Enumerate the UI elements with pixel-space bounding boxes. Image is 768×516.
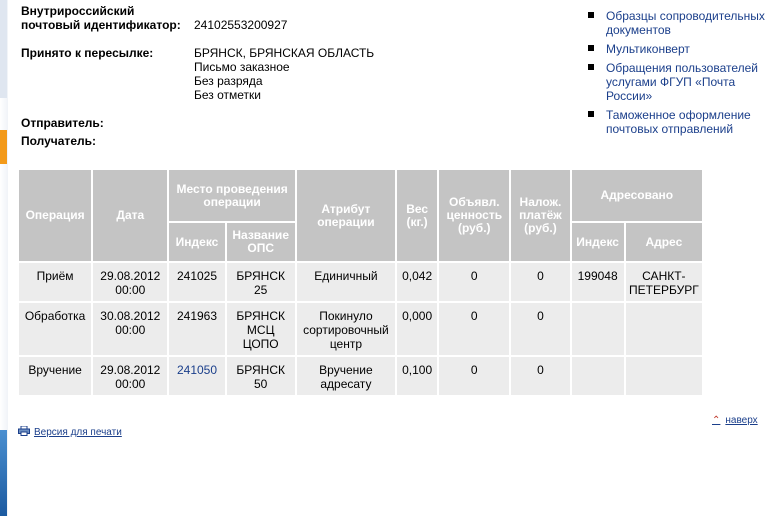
cell-declared-value: 0 <box>439 263 510 303</box>
link-document-samples[interactable]: Образцы сопроводительных документов <box>606 9 765 37</box>
accepted-label: Принято к пересылке: <box>21 46 154 60</box>
table-row: Обработка 30.08.2012 00:00 241963 БРЯНСК… <box>19 303 702 357</box>
link-customs-clearance[interactable]: Таможенное оформление почтовых отправлен… <box>606 108 751 136</box>
cell-index: 241025 <box>169 263 225 303</box>
print-version-link[interactable]: Версия для печати <box>18 426 122 438</box>
cell-attribute: Единичный <box>296 263 396 303</box>
operations-table: Операция Дата Место проведения операции … <box>17 170 704 397</box>
left-strip-top <box>0 0 7 98</box>
cell-date: 30.08.2012 00:00 <box>93 303 168 357</box>
cell-cod: 0 <box>511 263 570 303</box>
cell-cod: 0 <box>511 357 570 397</box>
cell-ops-name: БРЯНСК МСЦ ЦОПО <box>226 303 295 357</box>
printer-icon <box>18 426 30 436</box>
square-bullet-icon <box>588 45 594 51</box>
table-row: Вручение 29.08.2012 00:00 241050 БРЯНСК … <box>19 357 702 397</box>
back-to-top-link[interactable]: ⌃ наверх <box>712 415 758 426</box>
related-link-item: Таможенное оформление почтовых отправлен… <box>584 108 768 136</box>
cell-ops-name: БРЯНСК 25 <box>226 263 295 303</box>
cell-weight: 0,042 <box>397 263 438 303</box>
related-link-item: Образцы сопроводительных документов <box>584 9 768 37</box>
cell-index: 241963 <box>169 303 225 357</box>
col-header-address: Адрес <box>625 223 702 263</box>
cell-operation: Обработка <box>19 303 92 357</box>
table-row: Приём 29.08.2012 00:00 241025 БРЯНСК 25 … <box>19 263 702 303</box>
square-bullet-icon <box>588 111 594 117</box>
cell-declared-value: 0 <box>439 357 510 397</box>
cell-attribute: Покинуло сортировочный центр <box>296 303 396 357</box>
double-chevron-up-icon: ⌃ <box>712 415 721 426</box>
recipient-label: Получатель: <box>21 134 96 148</box>
col-header-place: Место проведения операции <box>169 170 295 223</box>
square-bullet-icon <box>588 64 594 70</box>
print-version-label: Версия для печати <box>34 427 122 438</box>
related-links-list: Образцы сопроводительных документов Муль… <box>584 9 768 141</box>
index-link[interactable]: 241050 <box>177 363 217 377</box>
accepted-line: Без разряда <box>194 74 263 88</box>
left-strip-orange-tab <box>0 130 7 164</box>
cell-declared-value: 0 <box>439 303 510 357</box>
cell-weight: 0,100 <box>397 357 438 397</box>
cell-index: 241050 <box>169 357 225 397</box>
cell-operation: Приём <box>19 263 92 303</box>
link-multienvelope[interactable]: Мультиконверт <box>606 42 690 56</box>
sender-label: Отправитель: <box>21 116 104 130</box>
col-header-index: Индекс <box>169 223 225 263</box>
col-header-ops-name: Название ОПС <box>226 223 295 263</box>
cell-cod: 0 <box>511 303 570 357</box>
left-strip-blue <box>0 430 7 516</box>
identifier-value: 24102553200927 <box>194 18 288 32</box>
cell-address <box>625 303 702 357</box>
identifier-label: Внутрироссийский почтовый идентификатор: <box>21 4 181 32</box>
cell-date: 29.08.2012 00:00 <box>93 263 168 303</box>
cell-attribute: Вручение адресату <box>296 357 396 397</box>
cell-addr-index: 199048 <box>571 263 624 303</box>
cell-weight: 0,000 <box>397 303 438 357</box>
col-header-weight: Вес (кг.) <box>397 170 438 263</box>
col-header-attribute: Атрибут операции <box>296 170 396 263</box>
col-header-date: Дата <box>93 170 168 263</box>
cell-ops-name: БРЯНСК 50 <box>226 357 295 397</box>
cell-address <box>625 357 702 397</box>
accepted-line: Письмо заказное <box>194 60 290 74</box>
left-edge-strip <box>0 0 8 516</box>
cell-date: 29.08.2012 00:00 <box>93 357 168 397</box>
related-link-item: Обращения пользователей услугами ФГУП «П… <box>584 61 768 103</box>
square-bullet-icon <box>588 12 594 18</box>
col-header-addressed: Адресовано <box>571 170 702 223</box>
cell-address: САНКТ-ПЕТЕРБУРГ <box>625 263 702 303</box>
accepted-line: Без отметки <box>194 88 262 102</box>
back-to-top-label: наверх <box>725 415 758 426</box>
accepted-details: БРЯНСК, БРЯНСКАЯ ОБЛАСТЬ Письмо заказное… <box>194 46 374 102</box>
col-header-addr-index: Индекс <box>571 223 624 263</box>
cell-operation: Вручение <box>19 357 92 397</box>
accepted-line: БРЯНСК, БРЯНСКАЯ ОБЛАСТЬ <box>194 46 375 60</box>
col-header-operation: Операция <box>19 170 92 263</box>
col-header-cod: Налож. платёж (руб.) <box>511 170 570 263</box>
link-user-appeals[interactable]: Обращения пользователей услугами ФГУП «П… <box>606 61 758 103</box>
cell-addr-index <box>571 357 624 397</box>
cell-addr-index <box>571 303 624 357</box>
related-link-item: Мультиконверт <box>584 42 768 56</box>
col-header-declared-value: Объявл. ценность (руб.) <box>439 170 510 263</box>
